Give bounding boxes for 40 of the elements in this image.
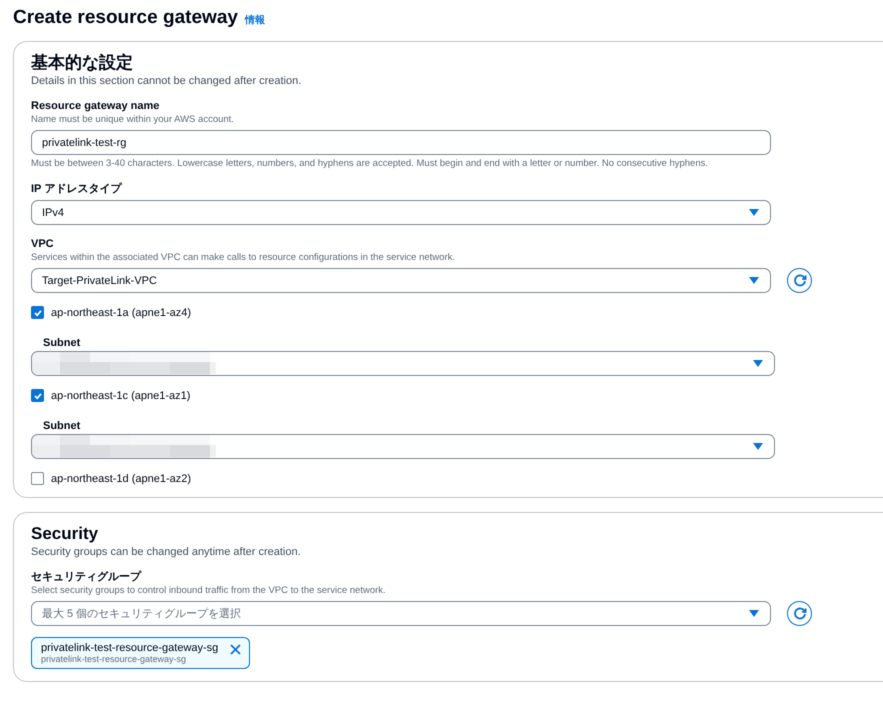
- select-dropdown[interactable]: 最大 5 個のセキュリティグループを選択: [31, 601, 771, 626]
- field-hint: Select security groups to control inbound traffic from the VPC to the service network.: [31, 585, 387, 597]
- field-label: Subnet: [43, 336, 80, 350]
- checkbox-label: ap-northeast-1d (apne1-az2): [51, 472, 192, 484]
- section-description: Security groups can be changed anytime after creation.: [31, 546, 302, 558]
- caret-icon: [749, 610, 759, 617]
- caret-icon: [749, 209, 759, 216]
- refresh-icon: [792, 606, 806, 620]
- token-label: privatelink-test-resource-gateway-sg: [41, 642, 218, 654]
- refresh-button[interactable]: [787, 601, 812, 626]
- checkbox[interactable]: [31, 472, 44, 485]
- field-hint: Name must be unique within your AWS account.: [31, 114, 235, 126]
- checkbox-label: ap-northeast-1a (apne1-az4): [51, 306, 192, 318]
- refresh-button[interactable]: [787, 268, 812, 293]
- select-dropdown[interactable]: [31, 351, 775, 376]
- field-label: VPC: [31, 237, 55, 251]
- section-title: 基本的な設定: [31, 52, 134, 74]
- field-label: Resource gateway name: [31, 99, 160, 113]
- refresh-icon: [792, 274, 806, 288]
- field-hint: Services within the associated VPC can make calls to resource configurations in the service network.: [31, 252, 456, 264]
- checkbox[interactable]: [31, 389, 44, 402]
- caret-icon: [753, 443, 763, 450]
- close-icon[interactable]: [230, 644, 242, 655]
- text-input[interactable]: privatelink-test-rg: [31, 130, 771, 155]
- checkbox-label: ap-northeast-1c (apne1-az1): [51, 390, 190, 402]
- field-label: Subnet: [43, 419, 80, 433]
- caret-icon: [753, 360, 763, 367]
- select-dropdown[interactable]: IPv4: [31, 200, 771, 225]
- constraint-text: Must be between 3-40 characters. Lowercase letters, numbers, and hyphens are accepted. Must begin and end with a letter or number. No consecutive hyphens.: [31, 158, 709, 170]
- caret-icon: [749, 277, 759, 284]
- section-description: Details in this section cannot be changed after creation.: [31, 75, 302, 87]
- select-dropdown[interactable]: [31, 434, 775, 459]
- page-title: Create resource gateway: [13, 7, 238, 29]
- field-label: IP アドレスタイプ: [31, 182, 123, 196]
- select-dropdown[interactable]: Target-PrivateLink-VPC: [31, 268, 771, 293]
- info-link[interactable]: 情報: [244, 13, 265, 27]
- checkbox[interactable]: [31, 306, 44, 319]
- field-label: セキュリティグループ: [31, 570, 142, 584]
- section-title: Security: [31, 523, 100, 545]
- token-sublabel: privatelink-test-resource-gateway-sg: [41, 654, 188, 664]
